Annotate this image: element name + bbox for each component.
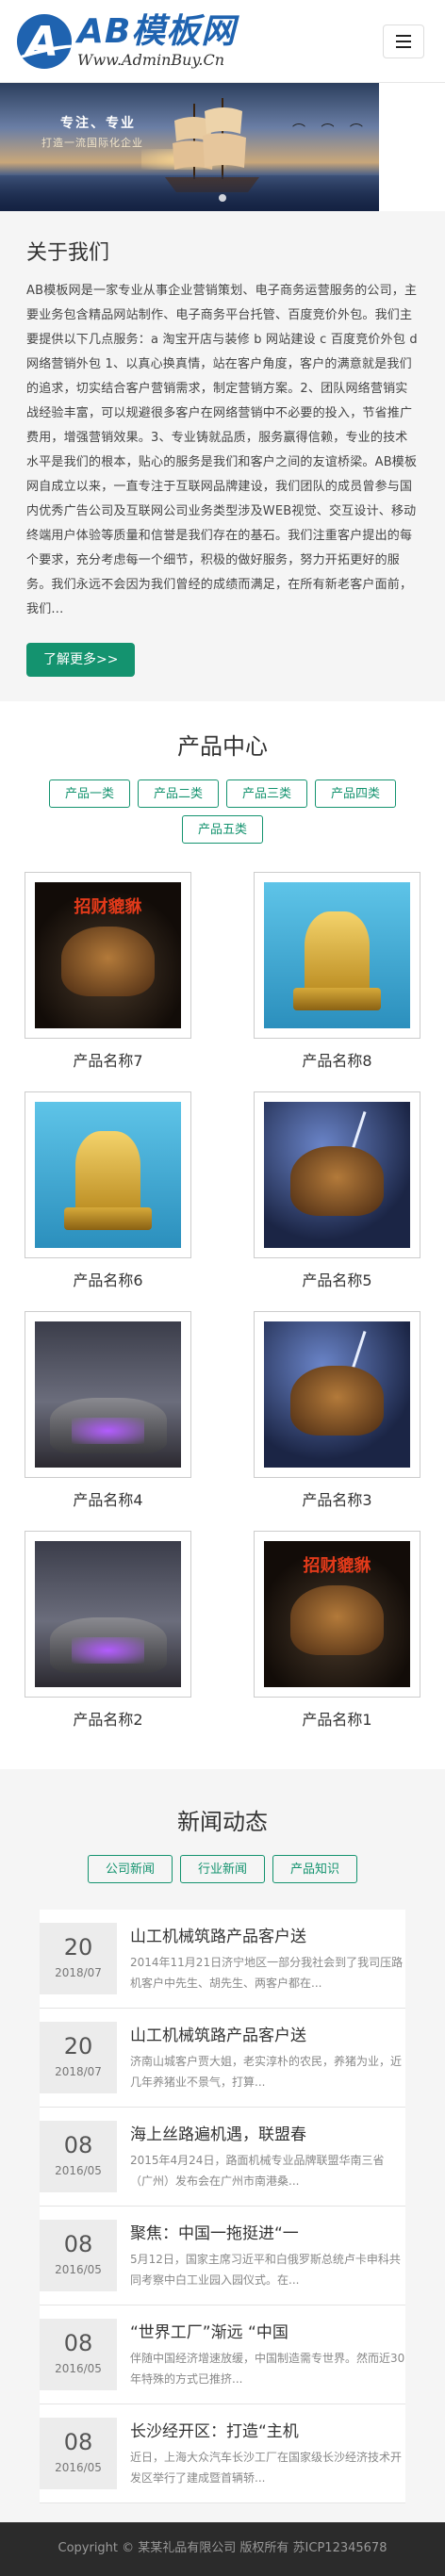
product-name[interactable]: 产品名称3: [254, 1487, 420, 1510]
hamburger-icon: [396, 34, 411, 37]
news-item-desc: 近日，上海大众汽车长沙工厂在国家级长沙经济技术开发区举行了建成暨首辆轿...: [130, 2451, 403, 2485]
news-date: 20 2018/07: [40, 1923, 117, 1994]
logo-url: Www.AdminBuy.Cn: [77, 50, 225, 69]
news-item-title[interactable]: 聚焦：中国一拖挺进“一: [130, 2220, 405, 2243]
product-category-tab[interactable]: 产品一类: [49, 779, 130, 808]
news-date: 08 2016/05: [40, 2121, 117, 2192]
product-card[interactable]: 招财貔貅 产品名称7: [25, 872, 191, 1071]
news-category-tab[interactable]: 行业新闻: [180, 1855, 265, 1883]
products-title: 产品中心: [177, 733, 268, 760]
product-name[interactable]: 产品名称1: [254, 1707, 420, 1730]
news-date: 08 2016/05: [40, 2220, 117, 2291]
product-image[interactable]: [264, 1321, 410, 1468]
news-item-desc: 2015年4月24日，路面机械专业品牌联盟华南三省（广州）发布会在广州市南港桑.…: [130, 2154, 385, 2188]
product-image[interactable]: 招财貔貅: [35, 882, 181, 1028]
product-category-tab[interactable]: 产品二类: [138, 779, 219, 808]
site-footer: Copyright © 某某礼品有限公司 版权所有 苏ICP12345678: [0, 2522, 445, 2576]
product-category-tab[interactable]: 产品四类: [315, 779, 396, 808]
menu-toggle-button[interactable]: [383, 24, 424, 58]
news-item[interactable]: 08 2016/05 长沙经开区：打造“主机近日，上海大众汽车长沙工厂在国家级长沙…: [40, 2404, 405, 2503]
news-item-title[interactable]: 长沙经开区：打造“主机: [130, 2418, 405, 2441]
news-item[interactable]: 08 2016/05 聚焦：中国一拖挺进“一 5月12日，国家主席习近平和白俄罗斯总…: [40, 2207, 405, 2305]
product-category-tab[interactable]: 产品三类: [226, 779, 307, 808]
products-section: 产品中心 产品一类 产品二类 产品三类 产品四类 产品五类 招财貔貅 产品名称7…: [0, 701, 445, 1769]
banner-subheadline: 打造一流国际化企业: [41, 137, 143, 149]
product-card[interactable]: 招财貔貅 产品名称1: [254, 1531, 420, 1730]
news-item-title[interactable]: 海上丝路遍机遇，联盟春: [130, 2121, 405, 2144]
product-name[interactable]: 产品名称2: [25, 1707, 191, 1730]
news-item-desc: 2014年11月21日济宁地区一部分我社会到了我司压路机客户中先生、胡先生、两客…: [130, 1956, 404, 1990]
logo-icon: A: [17, 13, 72, 69]
product-image[interactable]: [35, 1321, 181, 1468]
product-card[interactable]: 产品名称5: [254, 1091, 420, 1290]
news-item-desc: 5月12日，国家主席习近平和白俄罗斯总统卢卡申科共同考察中白工业园入园仪式。在.…: [130, 2253, 401, 2287]
about-section: 关于我们 AB模板网是一家专业从事企业营销策划、电子商务运营服务的公司，主要业务…: [0, 211, 445, 701]
news-item[interactable]: 08 2016/05 “世界工厂”渐远 “中国伴随中国经济增速放缓，中国制造需专世…: [40, 2305, 405, 2404]
news-item[interactable]: 08 2016/05 海上丝路遍机遇，联盟春 2015年4月24日，路面机械专业品牌…: [40, 2108, 405, 2207]
carousel-indicator[interactable]: [219, 194, 226, 202]
news-item-desc: 伴随中国经济增速放缓，中国制造需专世界。然而近30年特殊的方式已推挤...: [130, 2352, 405, 2386]
news-item-desc: 济南山城客户贾大姐，老实淳朴的农民，养猪为业，近几年养猪业不景气，打算...: [130, 2055, 403, 2089]
news-date: 08 2016/05: [40, 2418, 117, 2489]
product-card[interactable]: 产品名称2: [25, 1531, 191, 1730]
site-header: A AB模板网 Www.AdminBuy.Cn: [0, 0, 445, 83]
product-category-tabs: 产品一类 产品二类 产品三类 产品四类 产品五类: [0, 779, 445, 844]
birds-decoration: ⌒ ⌒ ⌒: [292, 123, 369, 139]
product-name[interactable]: 产品名称4: [25, 1487, 191, 1510]
news-title: 新闻动态: [177, 1809, 268, 1835]
news-date: 20 2018/07: [40, 2022, 117, 2093]
product-card[interactable]: 产品名称6: [25, 1091, 191, 1290]
news-category-tab[interactable]: 公司新闻: [88, 1855, 173, 1883]
banner-headline: 专注、专业: [60, 116, 136, 131]
logo-title: AB模板网: [77, 11, 237, 51]
product-grid: 招财貔貅 产品名称7 产品名称8 产品名称6 产品名称5 产品名称4 产品名称3…: [0, 872, 445, 1750]
news-section: 新闻动态 公司新闻 行业新闻 产品知识 20 2018/07 山工机械筑路产品客户…: [0, 1769, 445, 2522]
product-name[interactable]: 产品名称6: [25, 1268, 191, 1290]
news-list: 20 2018/07 山工机械筑路产品客户送 2014年11月21日济宁地区一部分我…: [40, 1910, 405, 2503]
learn-more-button[interactable]: 了解更多>>: [26, 643, 136, 677]
product-image[interactable]: [35, 1102, 181, 1248]
news-item[interactable]: 20 2018/07 山工机械筑路产品客户送 2014年11月21日济宁地区一部分我…: [40, 1910, 405, 2009]
news-item-title[interactable]: 山工机械筑路产品客户送: [130, 1923, 405, 1946]
product-category-tab[interactable]: 产品五类: [182, 815, 263, 844]
product-image[interactable]: [264, 1102, 410, 1248]
hero-banner: ⌒ ⌒ ⌒ 专注、专业 打造一流国际化企业: [0, 83, 445, 211]
news-item-title[interactable]: “世界工厂”渐远 “中国: [130, 2319, 405, 2342]
product-image[interactable]: 招财貔貅: [264, 1541, 410, 1687]
news-date: 08 2016/05: [40, 2319, 117, 2390]
product-name[interactable]: 产品名称7: [25, 1048, 191, 1071]
product-name[interactable]: 产品名称5: [254, 1268, 420, 1290]
about-title: 关于我们: [26, 241, 110, 265]
about-text: AB模板网是一家专业从事企业营销策划、电子商务运营服务的公司，主要业务包含精品网…: [26, 284, 418, 616]
news-category-tabs: 公司新闻 行业新闻 产品知识: [0, 1855, 445, 1883]
news-category-tab[interactable]: 产品知识: [272, 1855, 357, 1883]
product-name[interactable]: 产品名称8: [254, 1048, 420, 1071]
news-item-title[interactable]: 山工机械筑路产品客户送: [130, 2022, 405, 2045]
product-card[interactable]: 产品名称3: [254, 1311, 420, 1510]
logo[interactable]: A AB模板网 Www.AdminBuy.Cn: [17, 11, 237, 70]
product-image[interactable]: [264, 882, 410, 1028]
news-item[interactable]: 20 2018/07 山工机械筑路产品客户送济南山城客户贾大姐，老实淳朴的农民，养…: [40, 2009, 405, 2108]
product-card[interactable]: 产品名称4: [25, 1311, 191, 1510]
product-image[interactable]: [35, 1541, 181, 1687]
product-card[interactable]: 产品名称8: [254, 872, 420, 1071]
